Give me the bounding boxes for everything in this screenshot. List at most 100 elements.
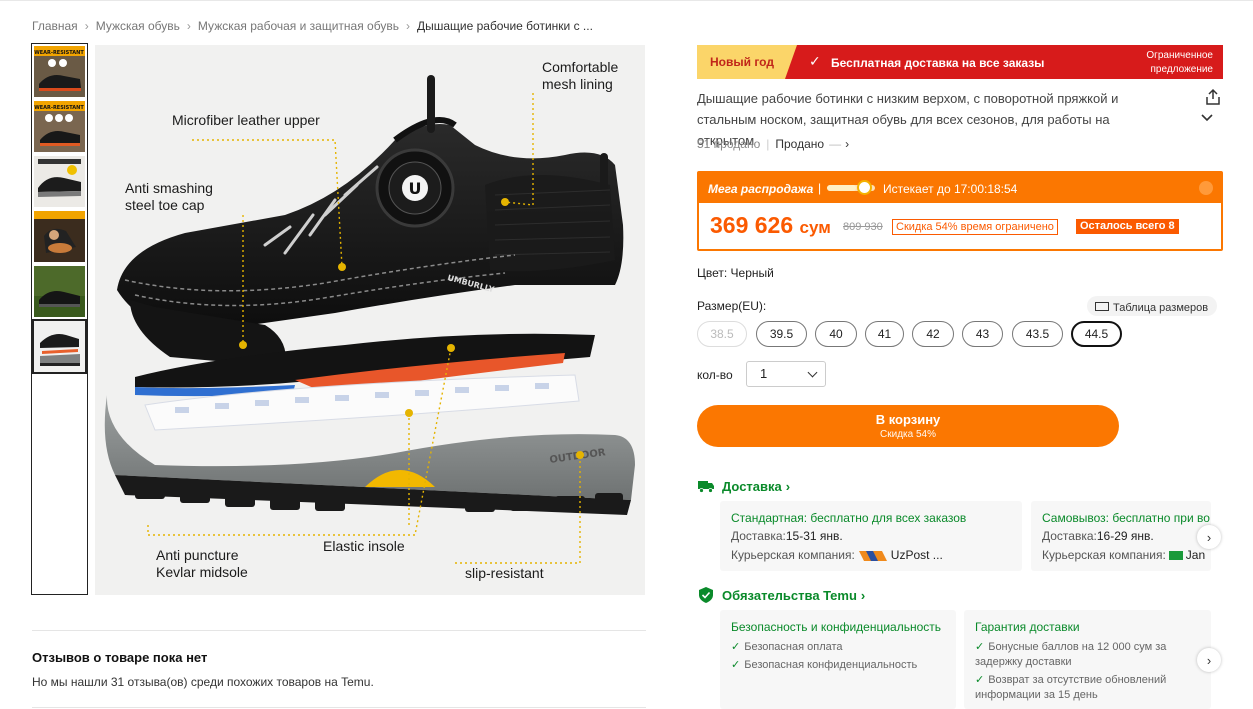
callout-upper: Microfiber leather upper bbox=[172, 112, 320, 128]
breadcrumb-home[interactable]: Главная bbox=[32, 19, 78, 33]
sold-by-link[interactable]: Продано bbox=[775, 137, 824, 151]
security-title: Безопасность и конфиденциальность bbox=[731, 620, 942, 634]
share-icon[interactable] bbox=[1204, 88, 1222, 106]
size-option-38-5[interactable]: 38.5 bbox=[697, 321, 747, 347]
security-item: ✓ Безопасная оплата bbox=[731, 640, 843, 653]
delivery-guarantee-card[interactable]: Гарантия доставки ✓ Бонусные баллов на 12… bbox=[964, 610, 1211, 709]
thumbnail-5[interactable] bbox=[34, 266, 85, 317]
size-table-button[interactable]: Таблица размеров bbox=[1087, 296, 1218, 316]
delivery-heading[interactable]: Доставка › bbox=[697, 478, 790, 494]
delivery-heading-label: Доставка bbox=[722, 478, 782, 494]
delivery-card-standard[interactable]: Стандартная: бесплатно для всех заказов … bbox=[720, 501, 1022, 571]
standard-date-value: 15-31 янв. bbox=[785, 529, 843, 543]
limited-offer-text: Ограниченное предложение bbox=[1146, 50, 1213, 75]
callout-toe-text: Anti smashing steel toe cap bbox=[125, 180, 213, 213]
promo-banner[interactable]: Новый год ✓ Бесплатная доставка на все з… bbox=[697, 45, 1223, 79]
size-option-43-5[interactable]: 43.5 bbox=[1012, 321, 1063, 347]
pickup-date-value: 16-29 янв. bbox=[1096, 529, 1154, 543]
callout-slip: slip-resistant bbox=[465, 565, 544, 581]
add-to-cart-label: В корзину bbox=[875, 412, 941, 427]
sold-count: 51 продано bbox=[697, 137, 761, 151]
delivery-next-arrow-icon[interactable]: › bbox=[1197, 525, 1221, 549]
breadcrumb-separator-icon: › bbox=[405, 19, 410, 33]
quantity-select[interactable]: 1 bbox=[746, 361, 826, 387]
uzpost-logo-icon bbox=[858, 550, 887, 561]
callout-midsole-text: Anti puncture Kevlar midsole bbox=[156, 547, 248, 580]
size-label: Размер(EU): bbox=[697, 299, 767, 313]
top-divider bbox=[0, 0, 1253, 1]
clock-icon bbox=[857, 180, 872, 195]
standard-courier: Курьерская компания: UzPost ... bbox=[731, 548, 943, 562]
pickup-courier-name: Jan bbox=[1185, 548, 1206, 562]
size-option-41[interactable]: 41 bbox=[865, 321, 904, 347]
price-value: 369 626 bbox=[710, 212, 794, 238]
commitments-heading[interactable]: Обязательства Temu › bbox=[697, 587, 865, 603]
thumb-banner-text: WEAR-RESISTANT bbox=[34, 105, 84, 111]
security-item-label: Безопасная конфиденциальность bbox=[744, 659, 918, 671]
thumbnail-2[interactable]: WEAR-RESISTANT bbox=[34, 101, 85, 152]
thumbnail-3[interactable] bbox=[34, 156, 85, 207]
standard-delivery-title: Стандартная: бесплатно для всех заказов bbox=[731, 511, 967, 525]
main-product-image[interactable]: U UMBURLLY OUTDOOR bbox=[95, 45, 645, 595]
truck-icon bbox=[698, 481, 714, 493]
pickup-date-label: Доставка: bbox=[1042, 529, 1097, 543]
chevron-right-icon[interactable]: › bbox=[845, 137, 849, 151]
reviews-divider-bottom bbox=[32, 707, 646, 708]
flash-sale-progress-fill bbox=[827, 185, 856, 191]
callout-mesh-lining: Comfortable mesh lining bbox=[542, 59, 618, 93]
current-price: 369 626 сум bbox=[710, 212, 831, 239]
security-card[interactable]: Безопасность и конфиденциальность ✓ Безоп… bbox=[720, 610, 956, 709]
free-shipping-text: Бесплатная доставка на все заказы bbox=[831, 56, 1045, 70]
seller-logo-icon: — bbox=[829, 137, 842, 151]
reviews-divider bbox=[32, 630, 646, 631]
guarantee-item: ✓ Бонусные баллов на 12 000 сум за задерж… bbox=[975, 640, 1180, 670]
guarantee-item-label: Бонусные баллов на 12 000 сум за задержк… bbox=[975, 641, 1167, 668]
security-item-label: Безопасная оплата bbox=[744, 641, 843, 653]
thumbnail-4[interactable] bbox=[34, 211, 85, 262]
callout-toe-cap: Anti smashing steel toe cap bbox=[125, 180, 213, 214]
delivery-card-pickup[interactable]: Самовывоз: бесплатно при во Доставка:16-… bbox=[1031, 501, 1211, 571]
breadcrumb-current: Дышащие рабочие ботинки с ... bbox=[416, 19, 593, 33]
chevron-down-icon[interactable] bbox=[1200, 112, 1214, 124]
flash-sale-box: Мега распродажа | Истекает до 17:00:18:5… bbox=[697, 171, 1223, 251]
commitments-next-arrow-icon[interactable]: › bbox=[1197, 648, 1221, 672]
size-option-40[interactable]: 40 bbox=[815, 321, 857, 347]
flash-sale-label: Мега распродажа bbox=[708, 182, 814, 196]
stock-left-badge: Осталось всего 8 bbox=[1076, 219, 1179, 234]
reviews-subtitle[interactable]: Но мы нашли 31 отзыва(ов) среди похожих … bbox=[32, 675, 374, 689]
thumbnail-6[interactable] bbox=[32, 319, 87, 374]
add-to-cart-button[interactable]: В корзину Скидка 54% bbox=[697, 405, 1119, 447]
check-icon: ✓ bbox=[731, 641, 741, 653]
new-year-tag: Новый год bbox=[697, 45, 797, 79]
standard-date-label: Доставка: bbox=[731, 529, 786, 543]
size-option-44-5[interactable]: 44.5 bbox=[1071, 321, 1122, 347]
check-icon: ✓ bbox=[975, 674, 985, 686]
courier-logo-icon bbox=[1168, 551, 1183, 561]
add-to-cart-discount: Скидка 54% bbox=[880, 429, 936, 440]
quantity-label: кол-во bbox=[697, 368, 733, 382]
flash-sale-separator: | bbox=[818, 181, 822, 195]
new-year-label: Новый год bbox=[710, 55, 774, 69]
check-icon: ✓ bbox=[809, 53, 821, 69]
size-table-label: Таблица размеров bbox=[1113, 301, 1209, 314]
thumbnail-1[interactable]: WEAR-RESISTANT bbox=[34, 46, 85, 97]
chevron-right-icon: › bbox=[860, 587, 866, 603]
size-option-39-5[interactable]: 39.5 bbox=[756, 321, 807, 347]
security-item: ✓ Безопасная конфиденциальность bbox=[731, 658, 917, 671]
size-option-42[interactable]: 42 bbox=[912, 321, 954, 347]
size-option-43[interactable]: 43 bbox=[962, 321, 1003, 347]
chevron-right-icon: › bbox=[785, 478, 791, 494]
check-icon: ✓ bbox=[975, 641, 985, 653]
pickup-courier-label: Курьерская компания: bbox=[1042, 548, 1166, 562]
breadcrumb: Главная › Мужская обувь › Мужская рабоча… bbox=[32, 19, 593, 33]
flash-sale-decoration-icon bbox=[1199, 181, 1213, 195]
breadcrumb-work-shoes[interactable]: Мужская рабочая и защитная обувь bbox=[198, 19, 399, 33]
breadcrumb-mens-shoes[interactable]: Мужская обувь bbox=[96, 19, 180, 33]
breadcrumb-separator-icon: › bbox=[84, 19, 89, 33]
check-icon: ✓ bbox=[731, 659, 741, 671]
commitments-heading-label: Обязательства Temu bbox=[722, 587, 857, 603]
quantity-value: 1 bbox=[760, 366, 768, 381]
boa-knob-letter: U bbox=[409, 179, 422, 198]
standard-courier-label: Курьерская компания: bbox=[731, 548, 855, 562]
sold-separator: | bbox=[766, 137, 770, 151]
